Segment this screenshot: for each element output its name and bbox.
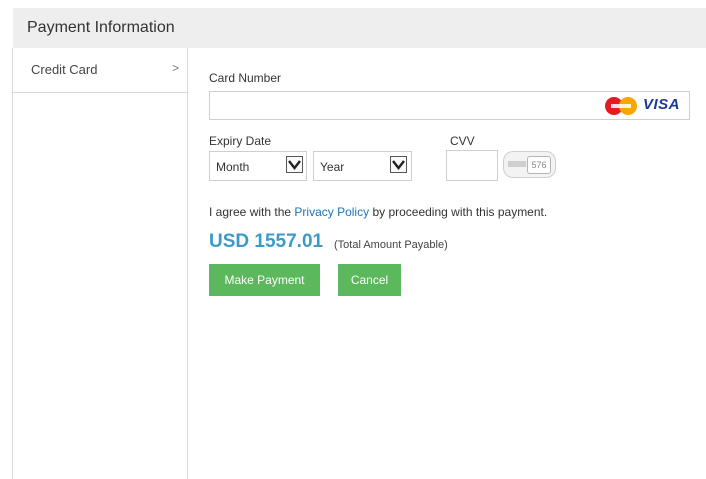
privacy-policy-link[interactable]: Privacy Policy xyxy=(294,205,369,219)
agreement-suffix: by proceeding with this payment. xyxy=(372,205,548,219)
expiry-year-select[interactable]: Year xyxy=(313,151,412,181)
total-amount: USD 1557.01 xyxy=(209,231,324,252)
expiry-month-select[interactable]: Month xyxy=(209,151,307,181)
page-title: Payment Information xyxy=(27,19,175,36)
visa-logo: VISA xyxy=(643,96,681,113)
panel-header: Payment Information xyxy=(13,8,706,48)
agreement-prefix: I agree with the xyxy=(209,205,292,219)
chevron-down-icon xyxy=(390,156,407,173)
cvv-hint-icon: 576 xyxy=(503,151,556,178)
card-number-label: Card Number xyxy=(209,71,282,85)
mastercard-logo xyxy=(605,97,637,115)
sidebar-item-credit-card[interactable]: Credit Card > xyxy=(13,48,187,93)
total-amount-note: (Total Amount Payable) xyxy=(334,239,448,251)
card-stripe xyxy=(508,161,526,167)
chevron-right-icon: > xyxy=(172,61,180,75)
expiry-month-value: Month xyxy=(216,160,250,174)
cvv-input[interactable] xyxy=(446,150,498,181)
expiry-year-value: Year xyxy=(320,160,345,174)
cvv-sample-number: 576 xyxy=(527,156,551,174)
cvv-label: CVV xyxy=(450,134,475,148)
expiry-date-label: Expiry Date xyxy=(209,134,272,148)
agreement-text: I agree with the Privacy Policy by proce… xyxy=(209,205,547,219)
sidebar-item-label: Credit Card xyxy=(31,62,98,77)
make-payment-button[interactable]: Make Payment xyxy=(209,264,320,296)
chevron-down-icon xyxy=(286,156,303,173)
payment-method-sidebar: Credit Card > xyxy=(12,48,188,479)
cancel-button[interactable]: Cancel xyxy=(338,264,401,296)
